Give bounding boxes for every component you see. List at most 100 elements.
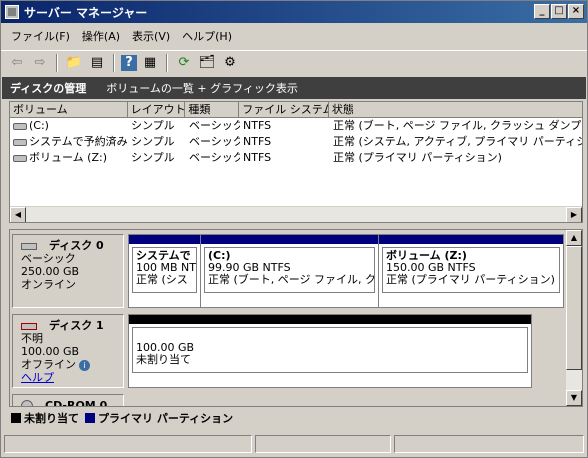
volume-layout: シンプル bbox=[131, 135, 175, 148]
server-manager-window: サーバー マネージャー _ □ × ファイル(F) 操作(A) 表示(V) ヘル… bbox=[0, 0, 588, 458]
toolbar-separator bbox=[56, 53, 58, 72]
toolbar: ⇦ ⇨ 📁 ▤ ? ▦ ⟳ 🗂 ⚙ bbox=[1, 50, 587, 74]
toolbar-separator bbox=[113, 53, 115, 72]
toolbar-separator bbox=[166, 53, 168, 72]
volume-layout: シンプル bbox=[131, 151, 175, 164]
back-arrow-icon[interactable]: ⇦ bbox=[7, 53, 27, 73]
refresh-icon[interactable]: ⟳ bbox=[174, 53, 194, 73]
help-icon[interactable]: ? bbox=[121, 54, 137, 71]
minimize-button[interactable]: _ bbox=[534, 4, 550, 19]
partition-status: 正常 (シス bbox=[136, 273, 188, 286]
settings-icon[interactable]: ⚙ bbox=[220, 53, 240, 73]
partition-size: 100.00 GB bbox=[136, 341, 195, 354]
disk-0-info[interactable]: ディスク 0 ベーシック 250.00 GB オンライン bbox=[12, 234, 124, 308]
table-row[interactable]: ボリューム (Z:) シンプル ベーシック NTFS 正常 (プライマリ パーテ… bbox=[10, 150, 582, 166]
partition-system-reserved[interactable]: システムで 100 MB NT 正常 (シス bbox=[129, 235, 201, 307]
title-bar[interactable]: サーバー マネージャー _ □ × bbox=[1, 1, 587, 23]
scroll-thumb[interactable] bbox=[566, 246, 582, 370]
menu-help[interactable]: ヘルプ(H) bbox=[176, 26, 238, 46]
disk-0-partitions: システムで 100 MB NT 正常 (シス (C:) 99.90 GB NTF… bbox=[128, 234, 564, 308]
volume-layout: シンプル bbox=[131, 119, 175, 132]
column-header-filesystem[interactable]: ファイル システム bbox=[239, 102, 329, 117]
disk-kind: 不明 bbox=[21, 332, 43, 345]
maximize-button[interactable]: □ bbox=[551, 4, 567, 19]
column-header-type[interactable]: 種類 bbox=[185, 102, 240, 117]
volume-fs: NTFS bbox=[243, 151, 272, 164]
partition-status: 正常 (プライマリ パーティション) bbox=[386, 273, 555, 286]
close-button[interactable]: × bbox=[568, 4, 584, 19]
volume-name: システムで予約済み bbox=[29, 135, 128, 148]
scroll-right-icon[interactable]: ▶ bbox=[566, 207, 582, 222]
disk-name: ディスク 1 bbox=[49, 319, 104, 332]
disk-size: 250.00 GB bbox=[21, 265, 80, 278]
column-header-volume[interactable]: ボリューム bbox=[10, 102, 128, 117]
info-icon[interactable]: i bbox=[79, 360, 90, 371]
disk-size: 100.00 GB bbox=[21, 345, 80, 358]
scroll-up-icon[interactable]: ▲ bbox=[566, 230, 582, 246]
horizontal-scrollbar[interactable]: ◀ ▶ bbox=[10, 206, 582, 222]
status-segment bbox=[4, 435, 252, 453]
disk-1-info[interactable]: ディスク 1 不明 100.00 GB オフライン i ヘルプ bbox=[12, 314, 124, 388]
show-hide-tree-icon[interactable]: ▤ bbox=[87, 53, 107, 73]
up-folder-icon[interactable]: 📁 bbox=[64, 53, 84, 73]
help-link[interactable]: ヘルプ bbox=[21, 371, 115, 384]
disk-name: CD-ROM 0 bbox=[45, 399, 108, 407]
disk-graphic-view: ディスク 0 ベーシック 250.00 GB オンライン システムで 100 M… bbox=[9, 229, 583, 407]
volume-type: ベーシック bbox=[189, 151, 240, 164]
legend-unallocated: 未割り当て bbox=[24, 412, 79, 425]
disk-icon bbox=[21, 242, 37, 250]
header-subtitle: ボリュームの一覧 + グラフィック表示 bbox=[106, 82, 298, 95]
disk-1-partitions: 100.00 GB 未割り当て bbox=[128, 314, 532, 388]
disk-offline-icon bbox=[21, 322, 37, 330]
status-segment bbox=[394, 435, 584, 453]
volume-name: ボリューム (Z:) bbox=[29, 151, 107, 164]
legend: 未割り当て プライマリ パーティション bbox=[11, 410, 233, 426]
header-title: ディスクの管理 bbox=[10, 82, 87, 95]
disk-state: オフライン bbox=[21, 358, 76, 371]
scroll-down-icon[interactable]: ▼ bbox=[566, 390, 582, 406]
drive-icon bbox=[13, 122, 27, 130]
partition-status: 正常 (ブート, ページ ファイル, クラッ bbox=[208, 273, 375, 286]
window-title: サーバー マネージャー bbox=[24, 5, 148, 20]
cd-rom-icon bbox=[21, 400, 33, 406]
vertical-scrollbar[interactable]: ▲ ▼ bbox=[566, 230, 582, 406]
volume-list: ボリューム レイアウト 種類 ファイル システム 状態 (C:) シンプル ベー… bbox=[9, 101, 583, 223]
properties-icon[interactable]: ▦ bbox=[140, 53, 160, 73]
volume-status: 正常 (プライマリ パーティション) bbox=[333, 151, 502, 164]
status-segment bbox=[255, 435, 391, 453]
scroll-left-icon[interactable]: ◀ bbox=[10, 207, 26, 222]
volume-name: (C:) bbox=[29, 119, 49, 132]
disk-state: オンライン bbox=[21, 278, 76, 291]
volume-type: ベーシック bbox=[189, 119, 240, 132]
volume-fs: NTFS bbox=[243, 135, 272, 148]
volume-status: 正常 (ブート, ページ ファイル, クラッシュ ダンプ, プライ bbox=[333, 119, 582, 132]
status-bar bbox=[2, 433, 586, 455]
legend-primary: プライマリ パーティション bbox=[98, 412, 234, 425]
disk-kind: ベーシック bbox=[21, 252, 76, 265]
menu-action[interactable]: 操作(A) bbox=[76, 26, 126, 46]
disk-management-header: ディスクの管理 ボリュームの一覧 + グラフィック表示 bbox=[2, 77, 586, 99]
volume-type: ベーシック bbox=[189, 135, 240, 148]
cdrom-0-info[interactable]: CD-ROM 0 bbox=[12, 394, 124, 407]
table-row[interactable]: (C:) シンプル ベーシック NTFS 正常 (ブート, ページ ファイル, … bbox=[10, 118, 582, 134]
column-header-status[interactable]: 状態 bbox=[329, 102, 582, 117]
partition-c[interactable]: (C:) 99.90 GB NTFS 正常 (ブート, ページ ファイル, クラ… bbox=[201, 235, 379, 307]
partition-unallocated[interactable]: 100.00 GB 未割り当て bbox=[129, 315, 531, 387]
table-row[interactable]: システムで予約済み シンプル ベーシック NTFS 正常 (システム, アクティ… bbox=[10, 134, 582, 150]
volume-fs: NTFS bbox=[243, 119, 272, 132]
server-manager-icon bbox=[5, 5, 19, 19]
legend-swatch-unallocated bbox=[11, 413, 21, 423]
primary-partition-bar bbox=[379, 235, 563, 244]
menu-bar: ファイル(F) 操作(A) 表示(V) ヘルプ(H) bbox=[1, 25, 587, 47]
partition-z[interactable]: ボリューム (Z:) 150.00 GB NTFS 正常 (プライマリ パーティ… bbox=[379, 235, 563, 307]
menu-file[interactable]: ファイル(F) bbox=[5, 26, 76, 46]
unallocated-bar bbox=[129, 315, 531, 324]
partition-status: 未割り当て bbox=[136, 353, 191, 366]
forward-arrow-icon[interactable]: ⇨ bbox=[30, 53, 50, 73]
drive-icon bbox=[13, 154, 27, 162]
primary-partition-bar bbox=[129, 235, 200, 244]
disk-check-icon[interactable]: 🗂 bbox=[197, 53, 217, 73]
menu-view[interactable]: 表示(V) bbox=[126, 26, 176, 46]
disk-name: ディスク 0 bbox=[49, 239, 104, 252]
column-header-layout[interactable]: レイアウト bbox=[128, 102, 186, 117]
